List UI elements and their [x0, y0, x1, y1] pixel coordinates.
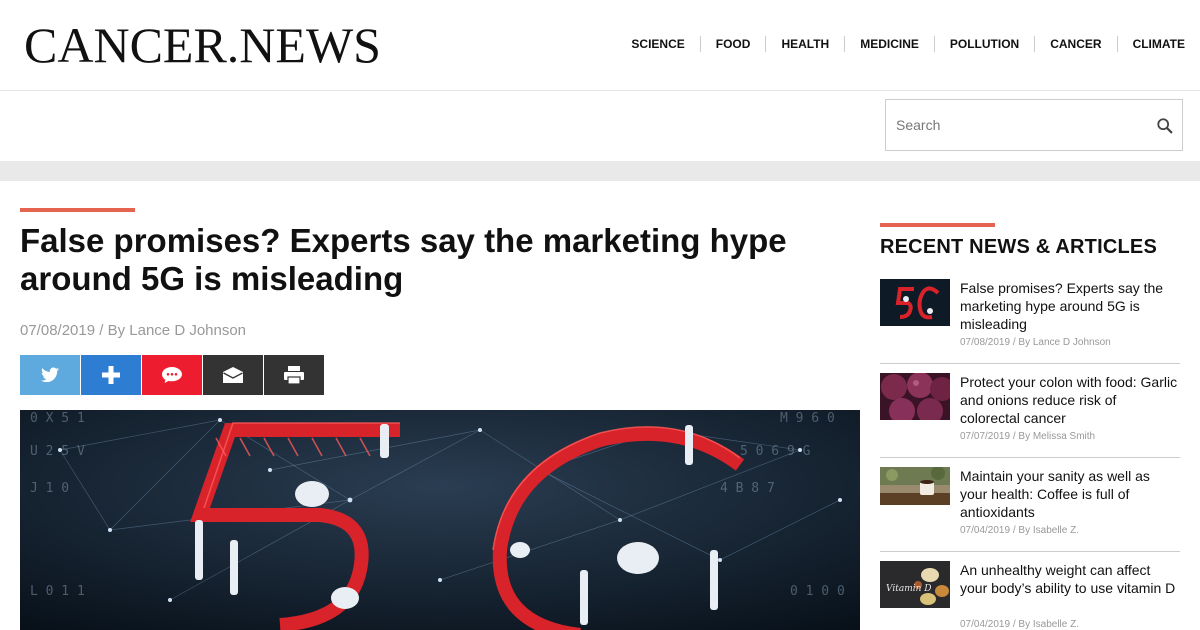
recent-article-date: 07/08/2019: [960, 337, 1011, 348]
svg-text:L 0 1 1: L 0 1 1: [30, 584, 85, 599]
sidebar-accent-line: [880, 223, 995, 227]
comment-share-button[interactable]: [142, 355, 202, 395]
nav-item-medicine[interactable]: MEDICINE: [844, 36, 934, 52]
5g-tower-illustration: 0 X 5 1 U 2 5 V J 1 0 L 0 1 1 5 0 6 9 G …: [20, 410, 860, 630]
recent-article-date: 07/04/2019: [960, 525, 1011, 536]
email-share-button[interactable]: [203, 355, 263, 395]
print-share-button[interactable]: [264, 355, 324, 395]
recent-article-author[interactable]: By Melissa Smith: [1018, 431, 1095, 442]
article-title: False promises? Experts say the marketin…: [20, 222, 787, 297]
email-icon: [223, 367, 243, 383]
recent-article-headline[interactable]: Protect your colon with food: Garlic and…: [960, 373, 1180, 427]
thumbnail-onions[interactable]: [880, 373, 950, 420]
recent-article-headline[interactable]: An unhealthy weight can affect your body…: [960, 561, 1180, 597]
svg-text:0 1 0 0: 0 1 0 0: [790, 584, 845, 599]
recent-article-author[interactable]: By Lance D Johnson: [1018, 337, 1110, 348]
recent-article-date: 07/04/2019: [960, 619, 1011, 630]
divider-bar: [0, 161, 1200, 181]
search-icon[interactable]: [1156, 117, 1174, 135]
thumbnail-5g[interactable]: [880, 279, 950, 326]
recent-article-meta: 07/04/2019 / By Isabelle Z.: [960, 525, 1079, 536]
meta-separator: /: [1012, 337, 1016, 348]
comment-icon: [162, 367, 182, 383]
nav-item-food[interactable]: FOOD: [699, 36, 766, 52]
recent-article-meta: 07/04/2019 / By Isabelle Z.: [960, 619, 1079, 630]
meta-separator: /: [1012, 525, 1016, 536]
search-input[interactable]: [886, 100, 1136, 150]
meta-separator: /: [99, 322, 104, 339]
recent-article-author[interactable]: By Isabelle Z.: [1018, 525, 1079, 536]
main-nav: SCIENCE FOOD HEALTH MEDICINE POLLUTION C…: [616, 36, 1185, 52]
nav-item-health[interactable]: HEALTH: [765, 36, 844, 52]
sidebar-title: RECENT NEWS & ARTICLES: [880, 236, 1157, 258]
article-meta: 07/08/2019 / By Lance D Johnson: [20, 322, 246, 339]
nav-item-cancer[interactable]: CANCER: [1034, 36, 1116, 52]
search-box: [885, 99, 1183, 151]
print-icon: [284, 366, 304, 384]
twitter-icon: [41, 367, 59, 383]
recent-article-headline[interactable]: Maintain your sanity as well as your hea…: [960, 467, 1180, 521]
thumbnail-vitamin-d[interactable]: Vitamin D: [880, 561, 950, 608]
recent-article-meta: 07/07/2019 / By Melissa Smith: [960, 431, 1095, 442]
plus-icon: [102, 366, 120, 384]
sidebar-separator: [880, 363, 1180, 364]
nav-item-pollution[interactable]: POLLUTION: [933, 36, 1034, 52]
meta-separator: /: [1012, 431, 1016, 442]
nav-item-climate[interactable]: CLIMATE: [1116, 36, 1185, 52]
svg-text:4 B 8 7: 4 B 8 7: [720, 481, 775, 496]
article-date: 07/08/2019: [20, 322, 96, 339]
sidebar-separator: [880, 551, 1180, 552]
svg-text:0 X 5 1: 0 X 5 1: [30, 411, 85, 426]
thumbnail-coffee[interactable]: [880, 467, 950, 505]
author-prefix: By: [107, 322, 126, 339]
site-header: CANCER.NEWS SCIENCE FOOD HEALTH MEDICINE…: [0, 0, 1200, 91]
recent-article-meta: 07/08/2019 / By Lance D Johnson: [960, 337, 1111, 348]
article-hero-image: 0 X 5 1 U 2 5 V J 1 0 L 0 1 1 5 0 6 9 G …: [20, 410, 860, 630]
add-share-button[interactable]: [81, 355, 141, 395]
article-accent-line: [20, 208, 135, 212]
twitter-share-button[interactable]: [20, 355, 80, 395]
recent-article-date: 07/07/2019: [960, 431, 1011, 442]
svg-text:Vitamin D: Vitamin D: [886, 584, 932, 594]
svg-text:U 2 5 V: U 2 5 V: [30, 444, 85, 459]
recent-article-headline[interactable]: False promises? Experts say the marketin…: [960, 279, 1180, 333]
meta-separator: /: [1012, 619, 1016, 630]
svg-text:M 9 6 0: M 9 6 0: [780, 411, 835, 426]
article-author[interactable]: Lance D Johnson: [129, 322, 246, 339]
recent-article-author[interactable]: By Isabelle Z.: [1018, 619, 1079, 630]
sidebar-separator: [880, 457, 1180, 458]
svg-text:5 0 6 9 G: 5 0 6 9 G: [740, 444, 811, 459]
site-logo[interactable]: CANCER.NEWS: [24, 18, 381, 72]
svg-text:J 1 0: J 1 0: [30, 481, 69, 496]
share-bar: [20, 355, 325, 395]
nav-item-science[interactable]: SCIENCE: [616, 36, 699, 52]
